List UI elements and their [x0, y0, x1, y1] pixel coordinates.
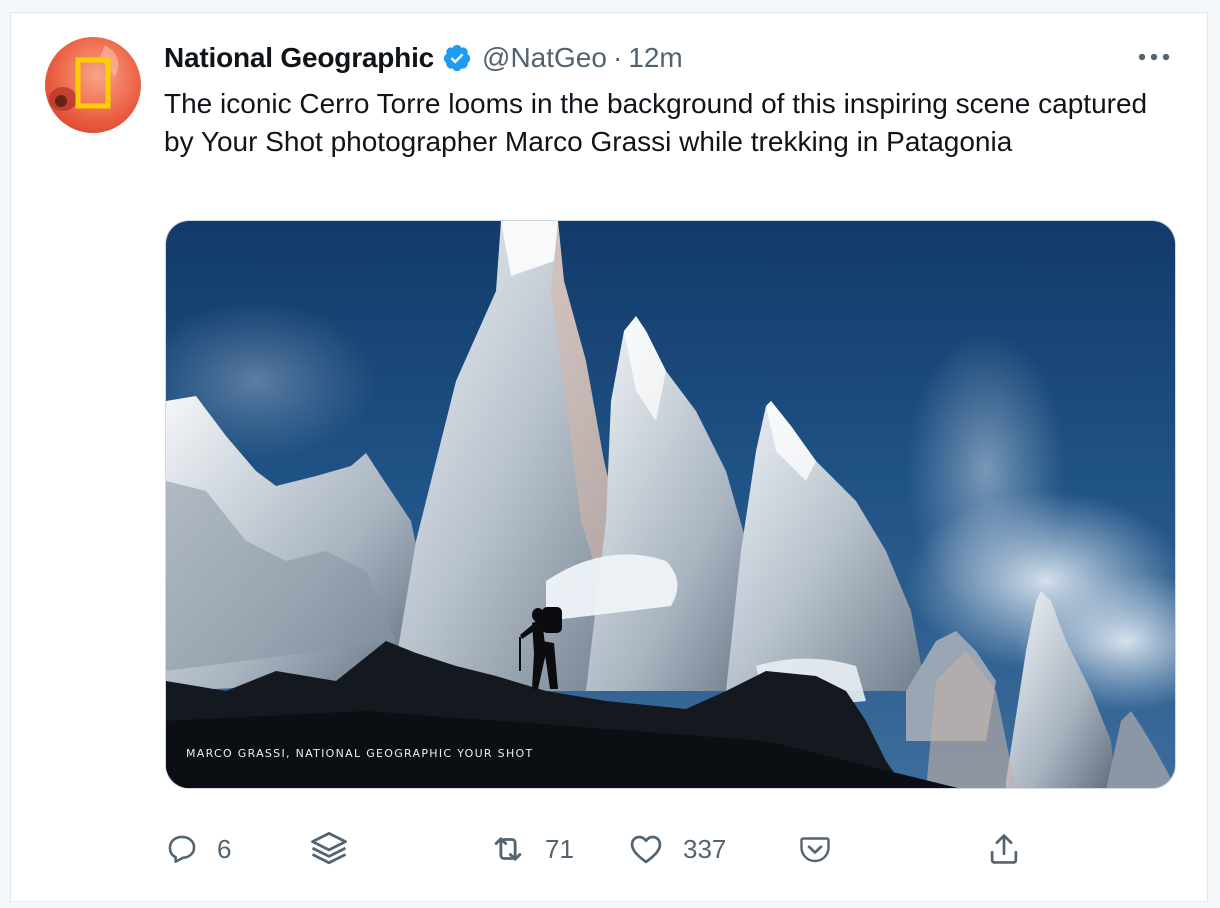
mountain-photo [166, 221, 1175, 788]
tweet-header: National Geographic @NatGeo · 12m [164, 41, 683, 75]
tweet-photo[interactable]: MARCO GRASSI, NATIONAL GEOGRAPHIC YOUR S… [165, 220, 1176, 789]
reply-icon [168, 835, 196, 864]
author-name[interactable]: National Geographic [164, 42, 434, 74]
reply-count: 6 [217, 833, 232, 864]
like-count: 337 [683, 833, 727, 864]
more-icon [1138, 53, 1170, 61]
share-icon [990, 834, 1018, 864]
separator-dot: · [612, 42, 623, 73]
natgeo-logo-icon [45, 37, 141, 133]
pocket-button[interactable] [797, 825, 833, 873]
tweet-card[interactable]: National Geographic @NatGeo · 12m The ic… [10, 12, 1208, 902]
layers-button[interactable] [307, 825, 351, 873]
reply-button[interactable]: 6 [165, 825, 231, 873]
author-handle[interactable]: @NatGeo [482, 42, 607, 74]
layers-icon [311, 832, 347, 865]
heart-icon [630, 835, 662, 864]
timestamp[interactable]: 12m [628, 42, 682, 74]
tweet-actions: 6 71 337 [165, 825, 1165, 873]
more-options-button[interactable] [1137, 45, 1171, 69]
share-button[interactable] [985, 825, 1023, 873]
retweet-icon [494, 837, 522, 861]
avatar[interactable] [45, 37, 141, 133]
like-button[interactable]: 337 [627, 825, 726, 873]
tweet-text: The iconic Cerro Torre looms in the back… [164, 88, 1148, 157]
pocket-icon [800, 837, 830, 863]
verified-badge-icon [442, 43, 472, 73]
retweet-count: 71 [545, 833, 574, 864]
photo-credit: MARCO GRASSI, NATIONAL GEOGRAPHIC YOUR S… [186, 747, 534, 760]
retweet-button[interactable]: 71 [489, 825, 574, 873]
